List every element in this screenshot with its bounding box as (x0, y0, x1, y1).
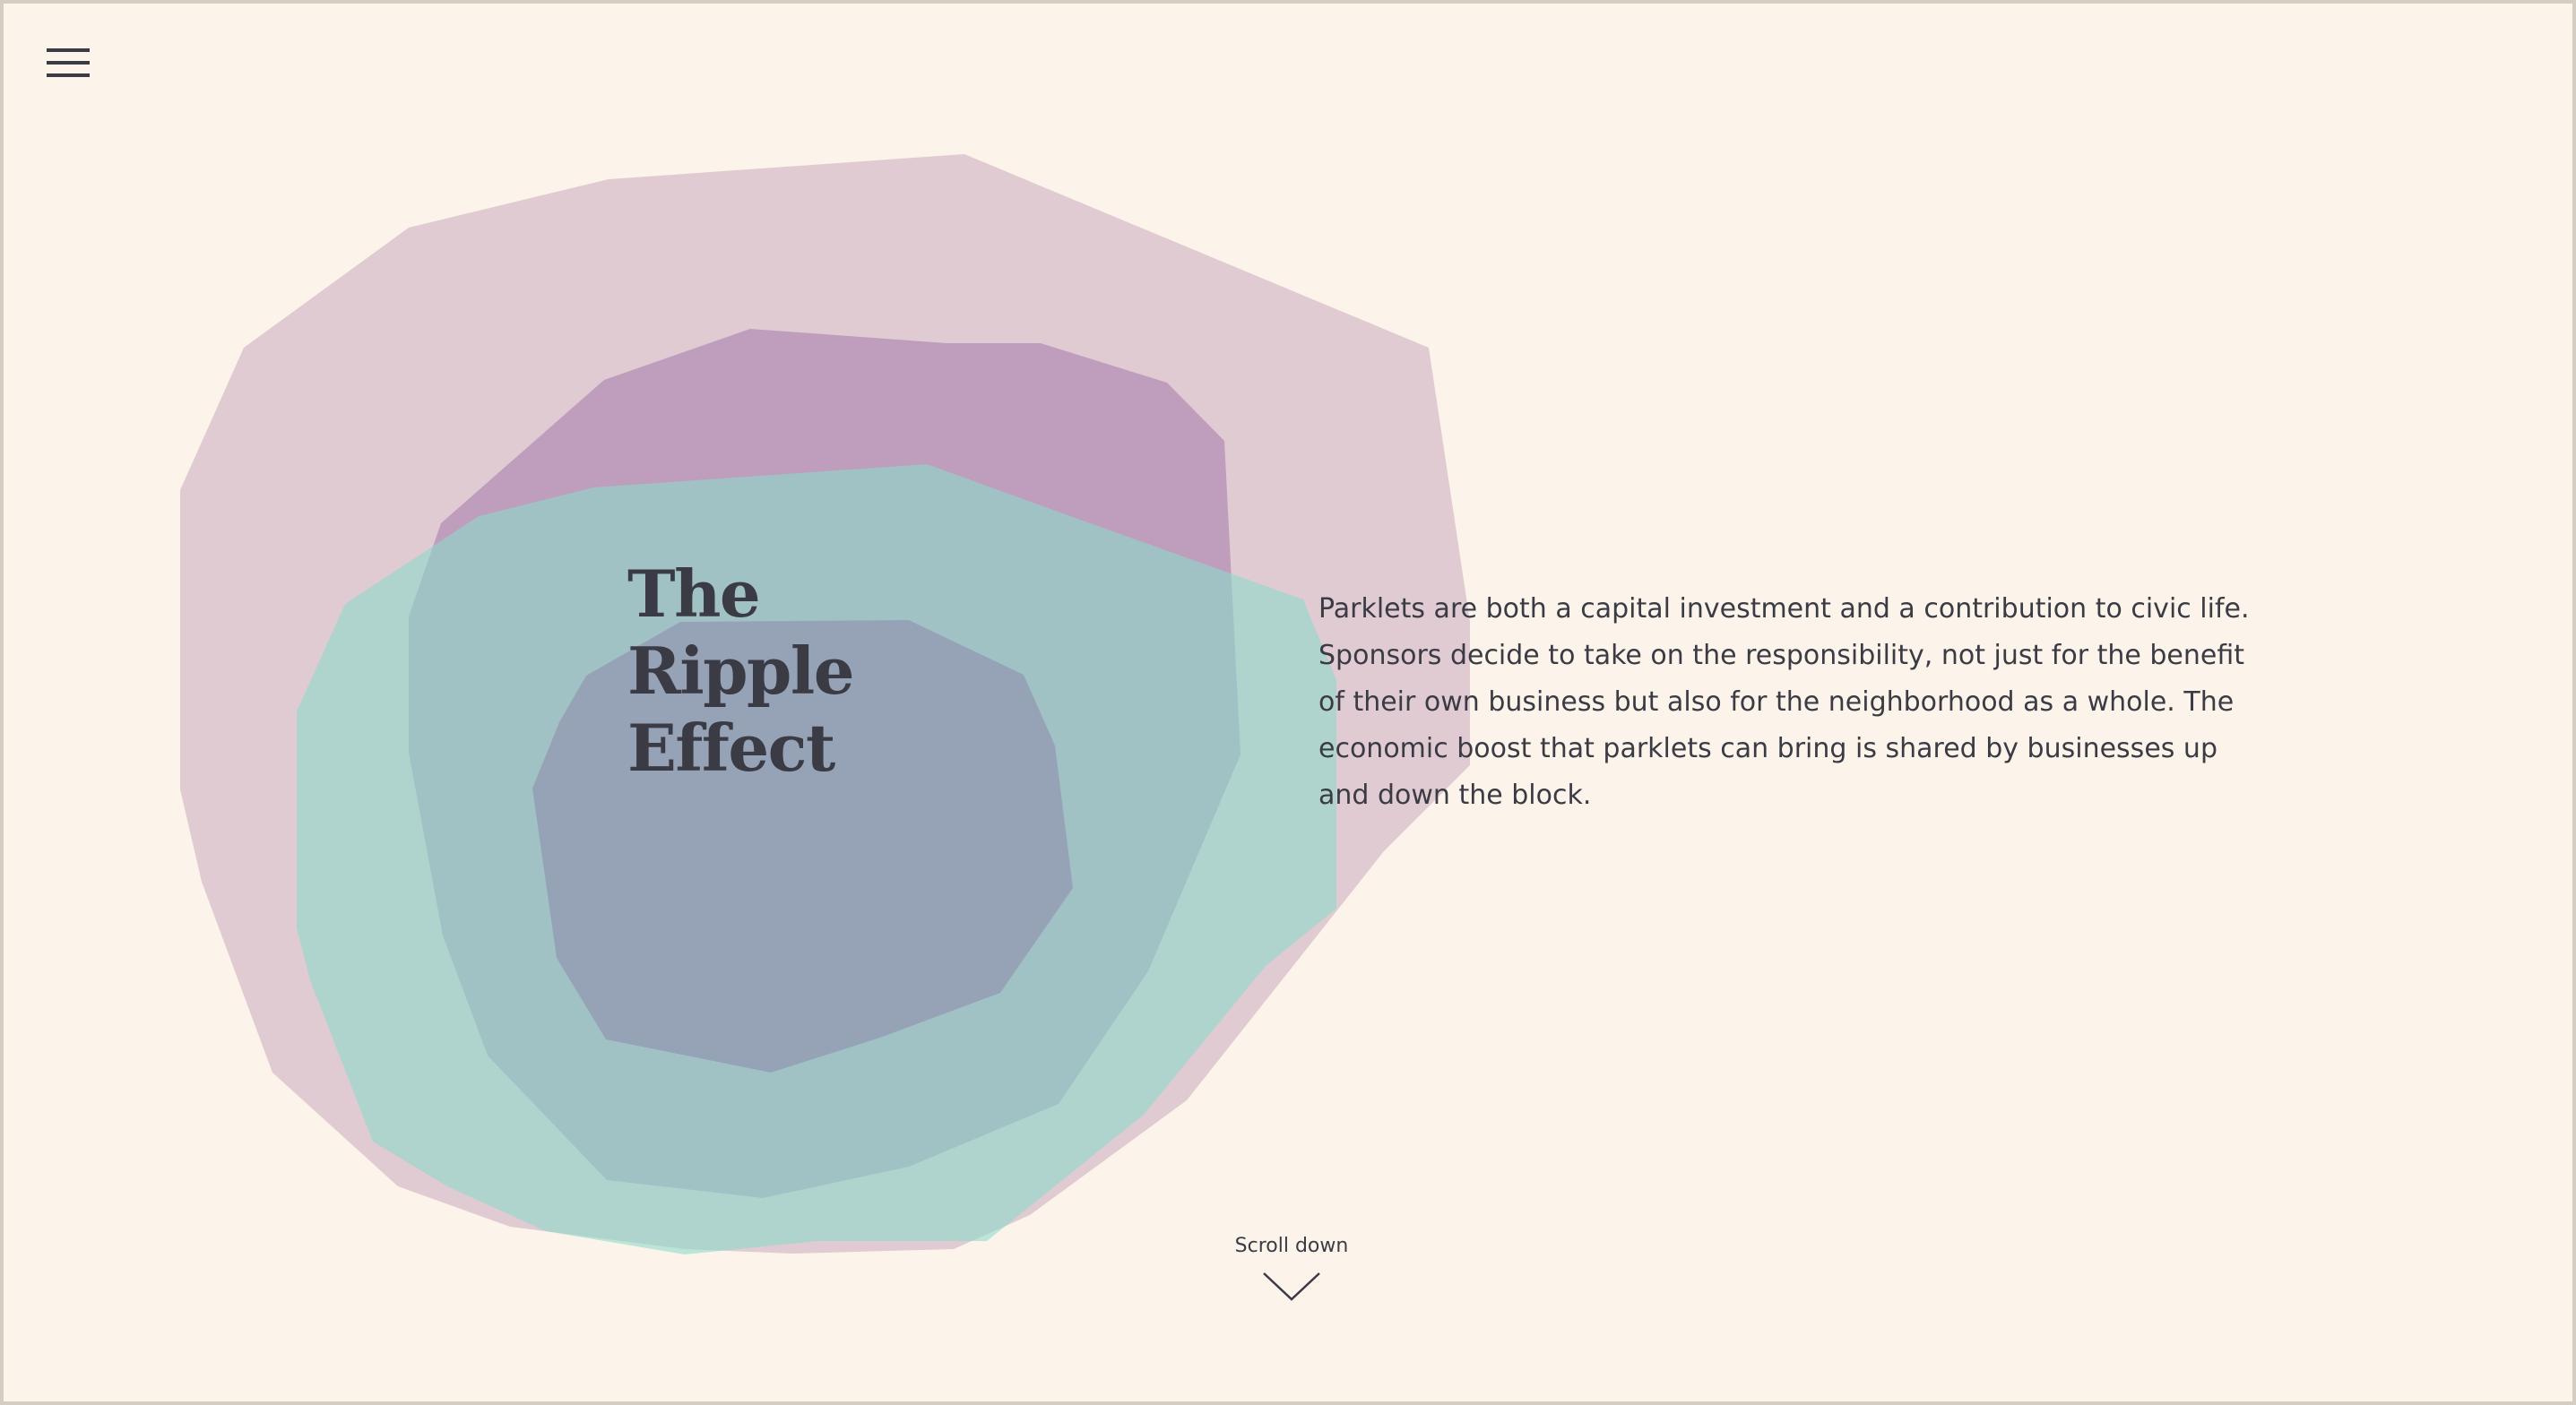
title-line-1: The Ripple (627, 556, 855, 709)
scroll-down-label: Scroll down (1234, 1235, 1349, 1257)
chevron-down-icon (1263, 1272, 1320, 1301)
page-title: The Ripple Effect (627, 556, 1004, 787)
scroll-down-button[interactable]: Scroll down (1202, 1233, 1381, 1303)
title-line-2: Effect (627, 710, 835, 786)
page: The Ripple Effect Parklets are both a ca… (0, 0, 2576, 1405)
intro-paragraph: Parklets are both a capital investment a… (1318, 593, 2250, 811)
